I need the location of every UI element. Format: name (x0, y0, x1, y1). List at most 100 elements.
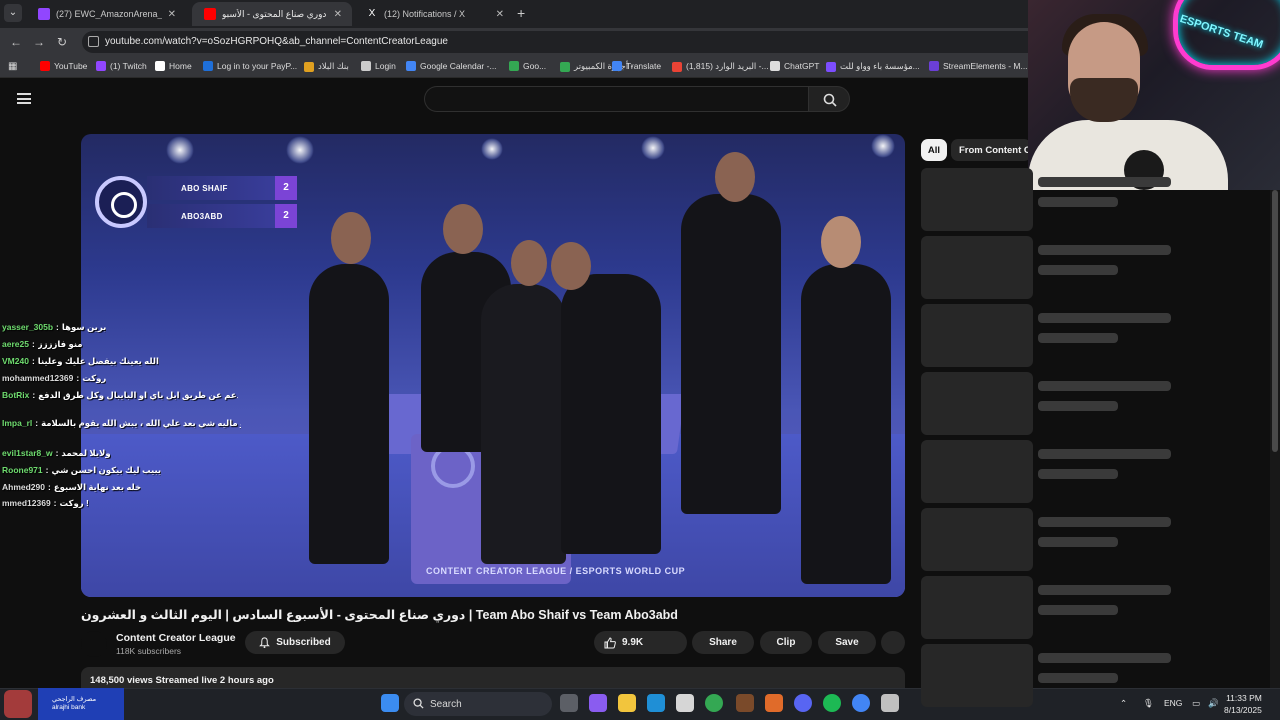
video-player[interactable]: ABO SHAIF 2 ABO3ABD 2 CONTENT CREATOR LE… (81, 134, 905, 597)
tab-x-notifications[interactable]: X (12) Notifications / X ✕ (354, 2, 514, 26)
bookmark-label: Login (375, 61, 396, 71)
bookmark-item[interactable]: Login (361, 61, 396, 71)
chat-text: الله يعينك بيفصل عليك وعلينا (37, 356, 159, 366)
taskbar-search[interactable]: Search (404, 692, 552, 716)
search-button[interactable] (808, 86, 850, 112)
tab-search-button[interactable]: ⌄ (4, 4, 22, 22)
chat-username: yasser_305b (2, 322, 54, 332)
chat-message: yasser_305b: برين سوها (2, 322, 106, 333)
language-indicator[interactable]: ENG (1164, 698, 1182, 708)
bookmark-label: Goo... (523, 61, 547, 71)
hamburger-menu-icon[interactable] (17, 93, 31, 104)
bookmark-label: مؤسسة باء وواو للت... (840, 61, 920, 71)
show-hidden-icons[interactable]: ⌃ (1120, 698, 1127, 709)
spotify-icon[interactable] (823, 694, 841, 712)
close-icon[interactable]: ✕ (168, 9, 176, 20)
page-scrollbar[interactable] (1270, 190, 1280, 690)
chat-message: aere25: منو فازززز (2, 339, 83, 350)
bookmark-item[interactable]: بنك البلاد (304, 61, 349, 72)
chat-username: Impa_rl (2, 418, 33, 428)
tab-youtube[interactable]: دوري صناع المحتوى - الأسبو ✕ (192, 2, 352, 26)
task-view-icon[interactable] (560, 694, 578, 712)
person (481, 284, 566, 564)
bookmark-item[interactable]: Log in to your PayP... (203, 61, 297, 71)
bookmark-item[interactable]: ChatGPT (770, 61, 819, 71)
back-icon[interactable]: ← (10, 35, 22, 49)
copilot-icon[interactable] (589, 694, 607, 712)
person (309, 264, 389, 564)
bookmark-item[interactable]: Home (155, 61, 192, 71)
bookmark-icon (826, 61, 836, 72)
share-button[interactable]: Share (692, 631, 754, 654)
subscribed-button[interactable]: Subscribed (245, 631, 345, 654)
close-icon[interactable]: ✕ (496, 9, 504, 20)
close-icon[interactable]: ✕ (334, 9, 342, 20)
bookmark-item[interactable]: Goo... (509, 61, 546, 71)
bookmark-item[interactable]: YouTube (40, 61, 87, 71)
league-logo (95, 176, 147, 228)
team-score: 2 (275, 204, 297, 228)
chat-separator: : (53, 498, 57, 508)
forward-icon[interactable]: → (33, 35, 45, 49)
url-text[interactable]: youtube.com/watch?v=oSozHGRPOHQ&ab_chann… (105, 36, 448, 47)
channel-name[interactable]: Content Creator League (116, 632, 236, 644)
apps-icon[interactable]: ▦ (8, 61, 17, 72)
bookmark-item[interactable]: (1,815) البريد الوارد -... (672, 61, 769, 72)
subscribed-label: Subscribed (276, 637, 331, 648)
bookmark-label: (1) Twitch (110, 61, 147, 71)
display-icon[interactable]: ▭ (1192, 698, 1200, 709)
chip-all[interactable]: All (921, 139, 947, 161)
score-row: ABO3ABD 2 (147, 204, 297, 228)
chat-separator: : (45, 465, 49, 475)
channel-avatar[interactable] (81, 631, 107, 657)
tab-title: (12) Notifications / X (384, 9, 466, 19)
search-input[interactable] (424, 86, 808, 112)
bookmark-item[interactable]: StreamElements - M... (929, 61, 1028, 71)
bookmark-label: StreamElements - M... (943, 61, 1028, 71)
bell-icon (259, 637, 271, 648)
bookmark-item[interactable]: مؤسسة باء وواو للت... (826, 61, 920, 72)
video-watermark: CONTENT CREATOR LEAGUE / ESPORTS WORLD C… (426, 566, 686, 576)
tab-twitch[interactable]: (27) EWC_AmazonArena_AR - T ✕ (26, 2, 186, 26)
microphone-icon[interactable]: 🎙 (1143, 698, 1154, 709)
bookmark-icon (40, 61, 50, 71)
chip-from-channel[interactable]: From Content Cr (951, 139, 1031, 161)
recommendation-meta-placeholder (1038, 401, 1118, 411)
app-icon[interactable] (736, 694, 754, 712)
recommendation-title-placeholder (1038, 585, 1171, 595)
more-actions-button[interactable] (881, 631, 905, 654)
file-explorer-icon[interactable] (618, 694, 636, 712)
like-button[interactable]: 9.9K (594, 631, 687, 654)
windows-start-icon[interactable] (381, 694, 399, 712)
recommendation-meta-placeholder (1038, 673, 1118, 683)
bookmark-icon (361, 61, 371, 71)
bookmark-icon (770, 61, 780, 71)
webcam-overlay: ESPORTS TEAM (1028, 0, 1280, 190)
chrome-icon[interactable] (852, 694, 870, 712)
like-count: 9.9K (622, 637, 644, 648)
recommendation-meta-placeholder (1038, 469, 1118, 479)
streamer-beard (1070, 78, 1138, 122)
save-button[interactable]: Save (818, 631, 876, 654)
new-tab-button[interactable]: + (517, 5, 525, 21)
site-info-icon[interactable] (88, 36, 99, 47)
bank-ad-text: مصرف الراجحي alrajhi bank (52, 696, 97, 711)
scrollbar-thumb[interactable] (1272, 190, 1278, 452)
bookmark-item[interactable]: Google Calendar -... (406, 61, 497, 71)
edge-icon[interactable] (647, 694, 665, 712)
reload-icon[interactable]: ↻ (57, 35, 67, 49)
discord-icon[interactable] (794, 694, 812, 712)
chat-message: evil1star8_w: ولايلا لمحمد (2, 448, 111, 459)
app-icon[interactable] (881, 694, 899, 712)
widget-icon[interactable] (4, 690, 32, 718)
volume-icon[interactable]: 🔊 (1208, 698, 1219, 709)
bookmark-item[interactable]: Translate (612, 61, 661, 71)
chrome-icon[interactable] (705, 694, 723, 712)
recommendation-thumbnail-placeholder (921, 576, 1033, 639)
system-clock[interactable]: 11:33 PM 8/13/2025 (1224, 692, 1262, 716)
app-icon[interactable] (765, 694, 783, 712)
stage-light (871, 134, 895, 158)
clip-button[interactable]: Clip (760, 631, 812, 654)
bookmark-item[interactable]: (1) Twitch (96, 61, 147, 71)
store-icon[interactable] (676, 694, 694, 712)
